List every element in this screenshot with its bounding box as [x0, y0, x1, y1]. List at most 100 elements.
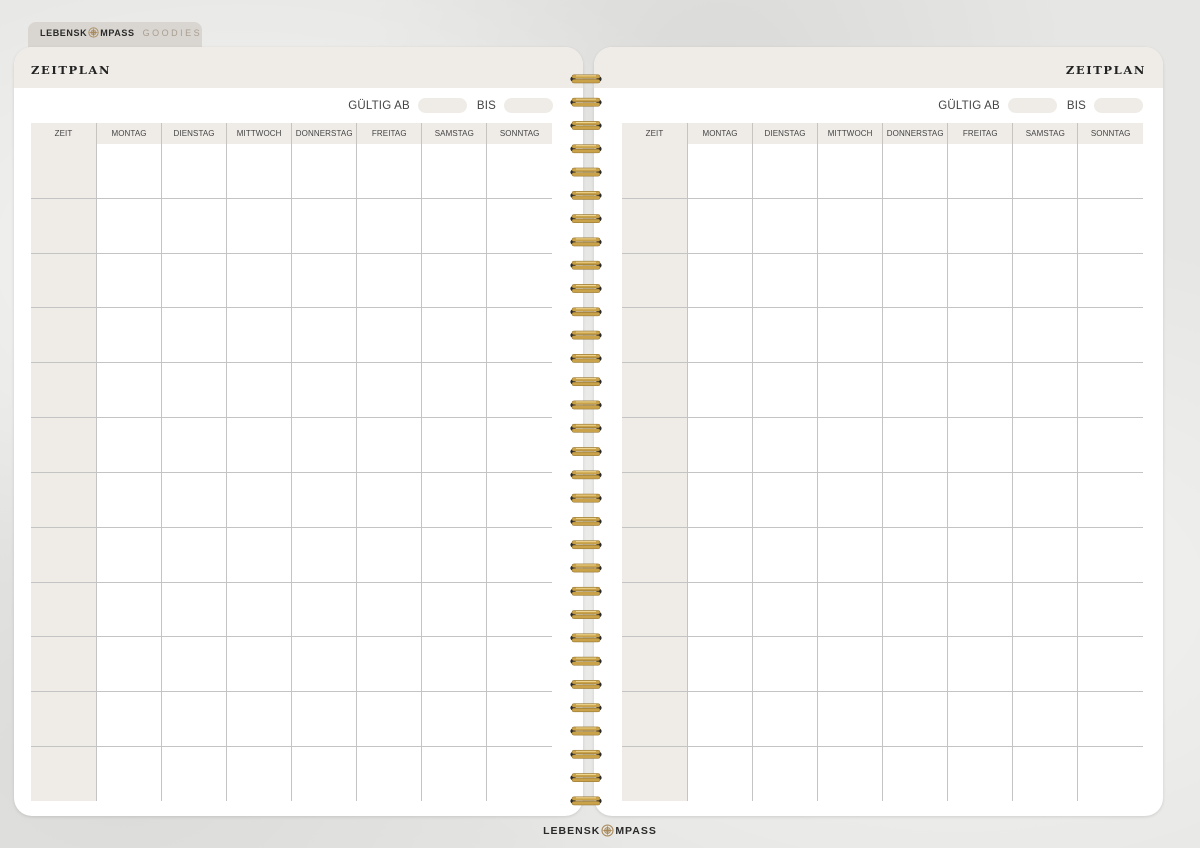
schedule-cell[interactable]	[1077, 144, 1143, 199]
schedule-cell[interactable]	[882, 471, 948, 528]
schedule-cell[interactable]	[356, 417, 422, 473]
schedule-cell[interactable]	[1077, 362, 1143, 418]
schedule-cell[interactable]	[226, 636, 292, 692]
schedule-cell[interactable]	[1077, 307, 1143, 363]
schedule-cell[interactable]	[882, 362, 948, 418]
schedule-cell[interactable]	[226, 417, 292, 473]
schedule-cell[interactable]	[1012, 526, 1078, 583]
schedule-cell[interactable]	[226, 197, 292, 254]
schedule-cell[interactable]	[486, 636, 552, 692]
schedule-cell[interactable]	[1012, 691, 1078, 747]
schedule-cell[interactable]	[686, 471, 753, 528]
schedule-cell[interactable]	[226, 144, 292, 199]
schedule-cell[interactable]	[486, 252, 552, 308]
schedule-cell[interactable]	[1077, 691, 1143, 747]
time-cell[interactable]	[622, 307, 688, 363]
schedule-cell[interactable]	[1012, 746, 1078, 801]
time-cell[interactable]	[31, 636, 97, 692]
schedule-cell[interactable]	[291, 307, 357, 363]
time-cell[interactable]	[31, 691, 97, 747]
schedule-cell[interactable]	[1077, 526, 1143, 583]
schedule-cell[interactable]	[1077, 252, 1143, 308]
schedule-cell[interactable]	[486, 691, 552, 747]
schedule-cell[interactable]	[95, 526, 162, 583]
time-cell[interactable]	[31, 526, 97, 583]
schedule-cell[interactable]	[95, 581, 162, 637]
schedule-cell[interactable]	[356, 526, 422, 583]
time-cell[interactable]	[31, 144, 97, 199]
schedule-cell[interactable]	[226, 581, 292, 637]
schedule-cell[interactable]	[882, 417, 948, 473]
schedule-cell[interactable]	[947, 144, 1013, 199]
schedule-cell[interactable]	[1012, 362, 1078, 418]
schedule-cell[interactable]	[686, 144, 753, 199]
schedule-cell[interactable]	[686, 362, 753, 418]
schedule-cell[interactable]	[226, 307, 292, 363]
schedule-cell[interactable]	[421, 197, 487, 254]
schedule-cell[interactable]	[752, 144, 818, 199]
schedule-cell[interactable]	[817, 526, 883, 583]
schedule-cell[interactable]	[1012, 252, 1078, 308]
schedule-cell[interactable]	[356, 581, 422, 637]
schedule-cell[interactable]	[947, 691, 1013, 747]
time-cell[interactable]	[622, 417, 688, 473]
schedule-cell[interactable]	[947, 417, 1013, 473]
schedule-cell[interactable]	[882, 636, 948, 692]
schedule-cell[interactable]	[817, 417, 883, 473]
schedule-cell[interactable]	[161, 746, 227, 801]
schedule-cell[interactable]	[486, 471, 552, 528]
schedule-cell[interactable]	[882, 197, 948, 254]
schedule-cell[interactable]	[1012, 197, 1078, 254]
schedule-cell[interactable]	[95, 362, 162, 418]
schedule-cell[interactable]	[161, 144, 227, 199]
schedule-cell[interactable]	[686, 417, 753, 473]
schedule-cell[interactable]	[291, 362, 357, 418]
schedule-cell[interactable]	[1012, 471, 1078, 528]
schedule-cell[interactable]	[882, 581, 948, 637]
time-cell[interactable]	[31, 417, 97, 473]
time-cell[interactable]	[622, 471, 688, 528]
schedule-cell[interactable]	[356, 307, 422, 363]
schedule-cell[interactable]	[1012, 144, 1078, 199]
schedule-cell[interactable]	[947, 307, 1013, 363]
schedule-cell[interactable]	[1077, 417, 1143, 473]
schedule-cell[interactable]	[486, 526, 552, 583]
schedule-cell[interactable]	[752, 471, 818, 528]
schedule-cell[interactable]	[817, 307, 883, 363]
schedule-cell[interactable]	[356, 362, 422, 418]
schedule-cell[interactable]	[882, 691, 948, 747]
schedule-cell[interactable]	[947, 526, 1013, 583]
schedule-cell[interactable]	[752, 362, 818, 418]
schedule-cell[interactable]	[161, 526, 227, 583]
schedule-cell[interactable]	[1077, 471, 1143, 528]
schedule-cell[interactable]	[882, 526, 948, 583]
schedule-cell[interactable]	[882, 307, 948, 363]
schedule-cell[interactable]	[95, 691, 162, 747]
schedule-cell[interactable]	[161, 307, 227, 363]
schedule-cell[interactable]	[161, 252, 227, 308]
time-cell[interactable]	[622, 581, 688, 637]
schedule-cell[interactable]	[752, 746, 818, 801]
time-cell[interactable]	[31, 197, 97, 254]
time-cell[interactable]	[31, 746, 97, 801]
schedule-cell[interactable]	[817, 471, 883, 528]
schedule-cell[interactable]	[356, 252, 422, 308]
right-valid-to-field[interactable]	[1094, 98, 1143, 113]
schedule-cell[interactable]	[486, 307, 552, 363]
schedule-cell[interactable]	[421, 526, 487, 583]
schedule-cell[interactable]	[817, 581, 883, 637]
schedule-cell[interactable]	[161, 691, 227, 747]
schedule-cell[interactable]	[291, 691, 357, 747]
schedule-cell[interactable]	[356, 144, 422, 199]
schedule-cell[interactable]	[947, 746, 1013, 801]
schedule-cell[interactable]	[817, 362, 883, 418]
schedule-cell[interactable]	[291, 197, 357, 254]
time-cell[interactable]	[31, 581, 97, 637]
schedule-cell[interactable]	[226, 746, 292, 801]
schedule-cell[interactable]	[817, 691, 883, 747]
left-valid-from-field[interactable]	[417, 98, 467, 113]
schedule-cell[interactable]	[421, 144, 487, 199]
schedule-cell[interactable]	[291, 581, 357, 637]
schedule-cell[interactable]	[1012, 307, 1078, 363]
schedule-cell[interactable]	[356, 636, 422, 692]
